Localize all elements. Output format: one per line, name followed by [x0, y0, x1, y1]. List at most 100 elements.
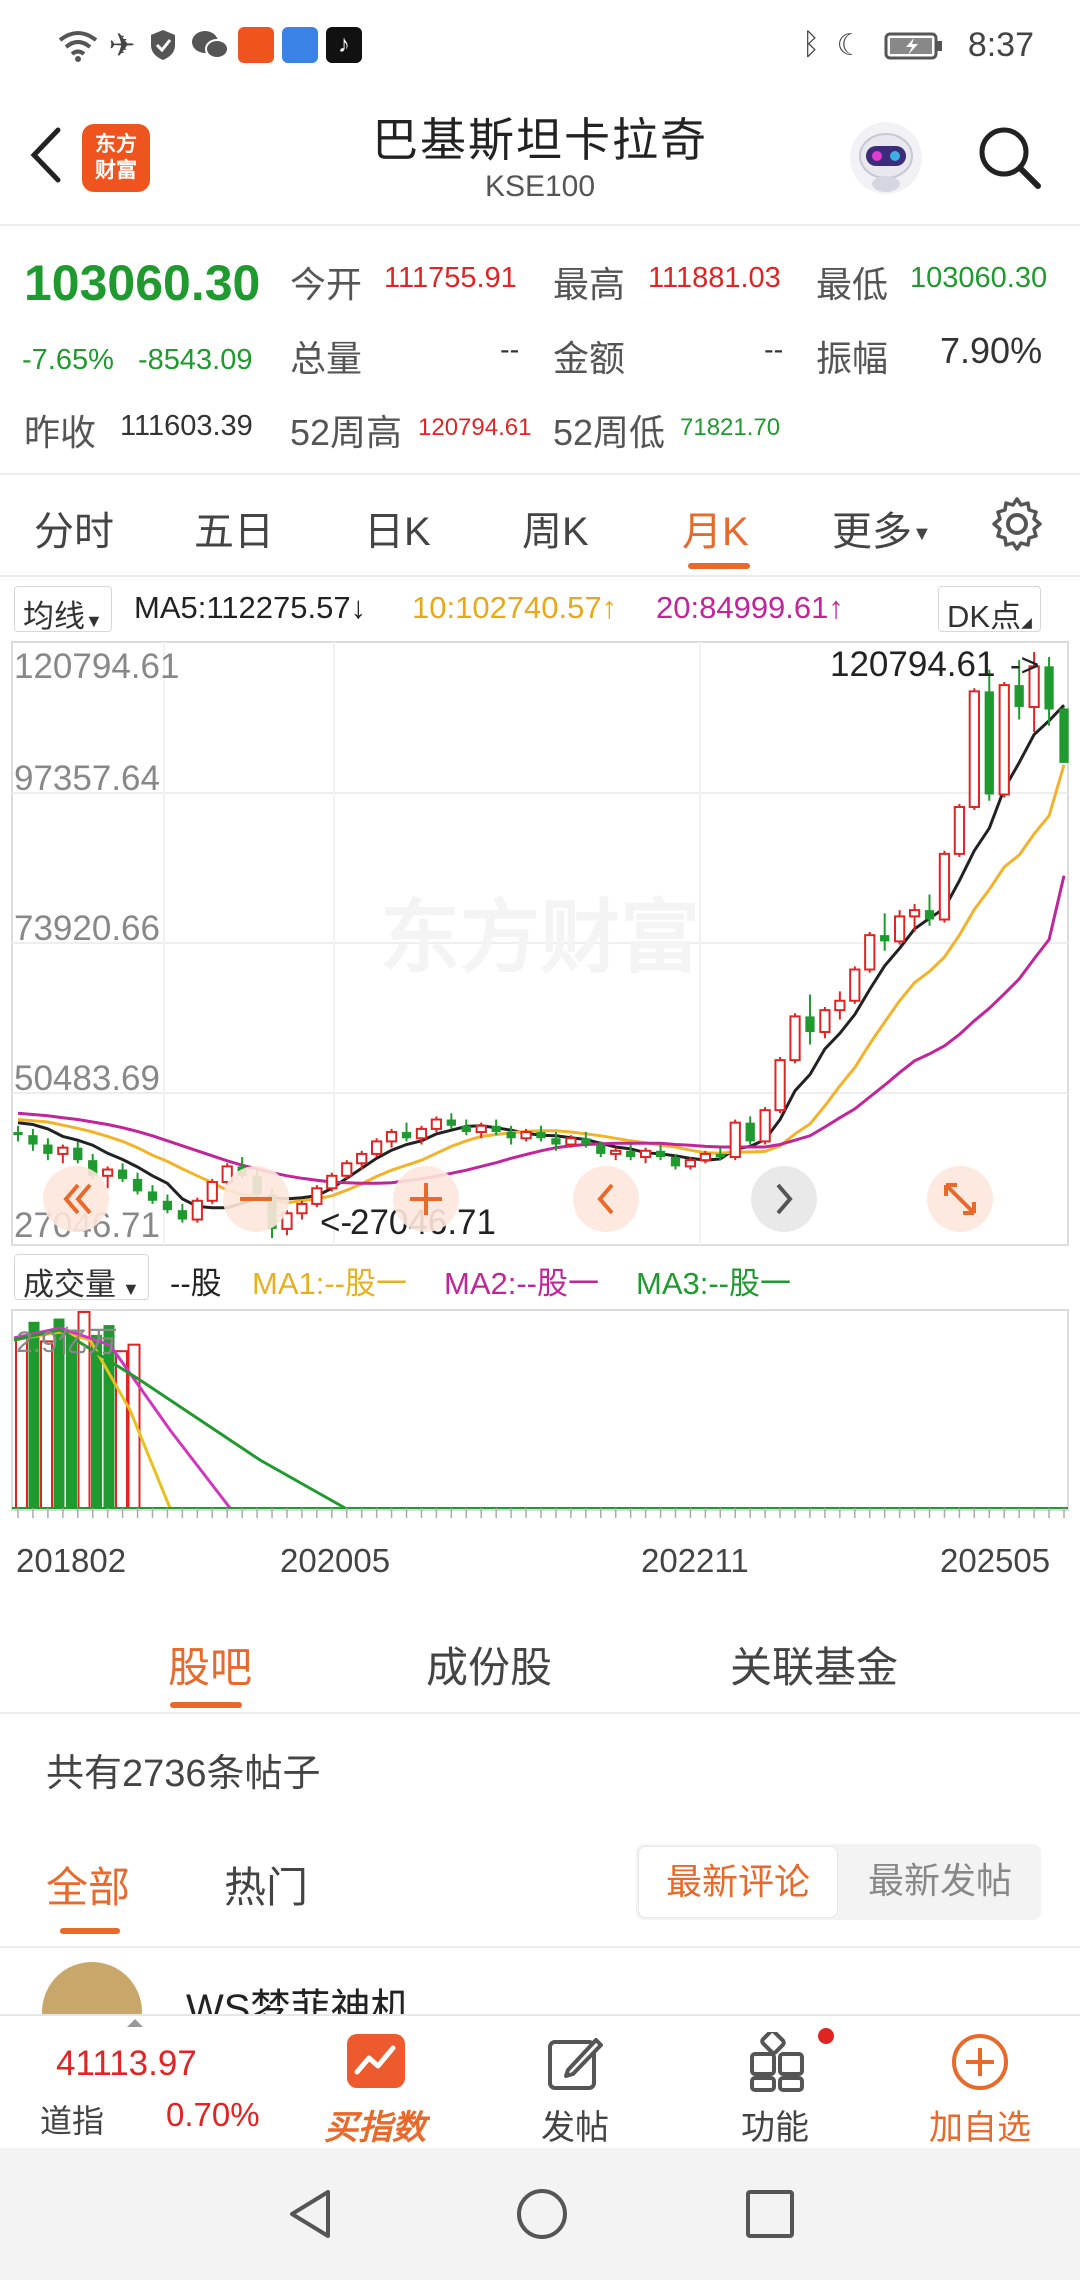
caret-down-icon: ▼	[122, 1279, 140, 1299]
shield-icon	[151, 30, 175, 60]
volume-ma3: MA3:--股一	[636, 1266, 791, 1301]
nav-buy-index[interactable]: 买指数	[300, 2016, 450, 2150]
nav-features[interactable]: 功能	[700, 2016, 850, 2150]
candle-body	[28, 1135, 38, 1145]
candle-body	[415, 1127, 428, 1140]
candle-body	[506, 1132, 516, 1139]
prev-close-label: 昨收	[24, 412, 97, 453]
tab-daily-k[interactable]: 日K	[364, 499, 431, 557]
candle-body	[893, 915, 906, 943]
amplitude-value: 7.90%	[940, 330, 1043, 371]
post-list-item[interactable]: WS梦菲神机	[0, 1948, 1080, 2016]
price-chart[interactable]: 东方财富 120794.61 97357.64 73920.66 50483.6…	[0, 640, 1080, 1610]
candle-body	[729, 1121, 741, 1159]
section-tabs: 股吧 成份股 关联基金	[0, 1610, 1080, 1715]
candle-body	[370, 1140, 383, 1155]
change-percent: -7.65%	[22, 344, 114, 376]
sort-latest-comment[interactable]: 最新评论	[638, 1846, 838, 1918]
tab-five-day[interactable]: 五日	[194, 499, 274, 557]
volume-selector[interactable]: 成交量 ▼	[14, 1254, 149, 1302]
indicator-selector[interactable]: 均线▼	[14, 586, 112, 634]
ma5-text: MA5:112275.57	[134, 590, 351, 625]
candle-body	[684, 1159, 697, 1168]
post-filter-row: 全部 热门 最新评论 最新发帖	[0, 1840, 1080, 1950]
volume-value: --	[500, 334, 520, 366]
high-label: 最高	[553, 264, 626, 305]
candle-body	[296, 1202, 308, 1215]
system-recents-icon[interactable]	[744, 2188, 796, 2240]
filter-hot[interactable]: 热门	[224, 1854, 308, 1915]
candle-body	[341, 1162, 353, 1177]
zoom-in-button[interactable]	[393, 1166, 459, 1232]
change-amount: -8543.09	[138, 344, 253, 376]
candle-body	[968, 690, 980, 808]
candle-body	[655, 1150, 666, 1158]
volume-label: 总量	[290, 338, 363, 379]
volume-bar	[40, 1340, 53, 1510]
candle-body	[536, 1132, 546, 1139]
candle-body	[745, 1122, 755, 1142]
dk-point-label: DK点	[947, 599, 1022, 634]
tab-weekly-k[interactable]: 周K	[522, 499, 589, 557]
filter-all[interactable]: 全部	[46, 1854, 130, 1915]
dk-point-button[interactable]: DK点◢	[938, 586, 1041, 634]
system-home-icon[interactable]	[514, 2186, 570, 2242]
candle-body	[162, 1200, 173, 1211]
fullscreen-button[interactable]	[927, 1166, 993, 1232]
scroll-left-button[interactable]	[573, 1166, 639, 1232]
ma-legend: 均线▼ MA5:112275.57↓ 10:102740.57↑ 20:8499…	[0, 578, 1080, 640]
y-axis-label: 50483.69	[14, 1059, 160, 1098]
candle-body	[401, 1132, 412, 1139]
candle-body	[461, 1125, 471, 1133]
open-value: 111755.91	[384, 262, 517, 294]
divider	[0, 1712, 1080, 1714]
candle-body	[596, 1144, 606, 1154]
status-time: 8:37	[967, 26, 1034, 64]
dji-ticker[interactable]: 41113.97 道指 0.70%	[0, 2016, 280, 2150]
zoom-out-button[interactable]	[223, 1166, 289, 1232]
prev-close-value: 111603.39	[120, 410, 253, 442]
tab-stock-forum[interactable]: 股吧	[168, 1634, 252, 1695]
candle-body	[73, 1147, 83, 1161]
candle	[729, 1119, 741, 1161]
candle-body	[610, 1149, 622, 1155]
candle	[759, 1107, 771, 1145]
candle-body	[774, 1059, 786, 1112]
ma10-text: 10:102740.57	[412, 590, 602, 625]
tab-monthly-k[interactable]: 月K	[682, 499, 749, 557]
volume-selector-label: 成交量	[23, 1267, 116, 1302]
wk52-low-label: 52周低	[553, 412, 666, 453]
settings-gear-icon[interactable]	[988, 495, 1046, 553]
wifi-icon	[58, 31, 98, 62]
candle	[341, 1160, 353, 1179]
candle	[864, 932, 876, 973]
bluetooth-icon: ᛒ	[802, 28, 820, 61]
nav-post-label: 发帖	[541, 2109, 609, 2147]
nav-add-watchlist[interactable]: 加自选	[900, 2016, 1060, 2150]
x-axis-label: 201802	[16, 1542, 126, 1579]
robot-assistant-icon[interactable]	[846, 118, 926, 198]
tab-more[interactable]: 更多▼	[832, 499, 932, 557]
candle-body	[759, 1109, 771, 1143]
candle	[326, 1172, 338, 1192]
scroll-left-fast-button[interactable]	[43, 1166, 109, 1232]
tab-constituents[interactable]: 成份股	[426, 1634, 552, 1695]
candle-body	[819, 1009, 831, 1034]
header: 东方 财富 巴基斯坦卡拉奇 KSE100	[0, 90, 1080, 225]
nav-post[interactable]: 发帖	[500, 2016, 650, 2150]
x-axis-label: 202005	[280, 1542, 390, 1579]
sort-latest-post[interactable]: 最新发帖	[842, 1846, 1038, 1918]
system-back-icon[interactable]	[284, 2186, 336, 2242]
candle-body	[551, 1138, 561, 1145]
ma5-arrow: ↓	[350, 590, 367, 625]
candle-body	[356, 1152, 368, 1165]
search-icon[interactable]	[970, 118, 1050, 198]
candle-body	[43, 1144, 53, 1154]
wk52-high-label: 52周高	[290, 412, 403, 453]
tab-intraday[interactable]: 分时	[34, 499, 114, 557]
candle-body	[984, 691, 994, 795]
scroll-right-button[interactable]	[751, 1166, 817, 1232]
caret-up-icon	[127, 2019, 143, 2027]
candle-body	[849, 968, 861, 1002]
tab-related-funds[interactable]: 关联基金	[730, 1634, 898, 1695]
